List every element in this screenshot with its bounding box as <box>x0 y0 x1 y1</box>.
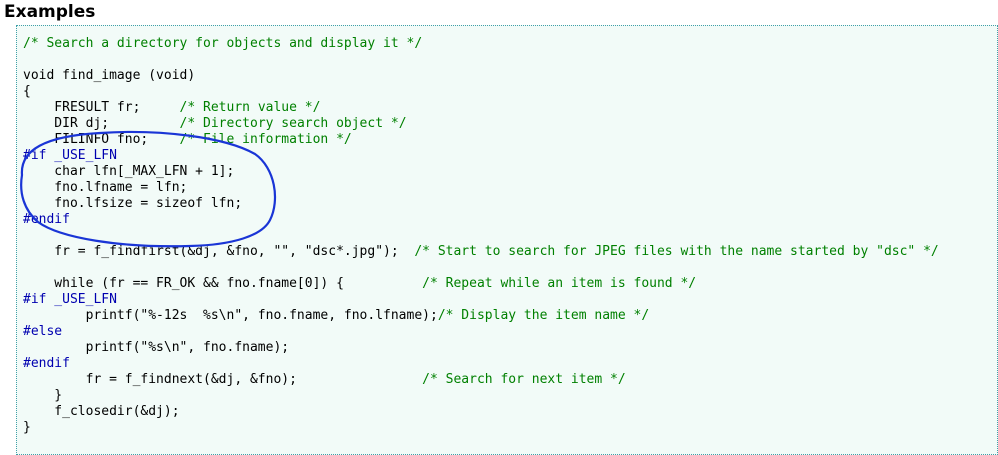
code-line: char lfn[_MAX_LFN + 1]; <box>23 164 939 180</box>
code-line: } <box>23 388 939 404</box>
code-listing: /* Search a directory for objects and di… <box>23 36 939 436</box>
code-comment: /* Search for next item */ <box>422 372 626 387</box>
code-text: } <box>23 388 63 403</box>
code-line: DIR dj; /* Directory search object */ <box>23 116 939 132</box>
code-text: while (fr == FR_OK && fno.fname[0]) { <box>23 276 423 291</box>
code-preprocessor: #endif <box>23 212 70 227</box>
code-text: void find_image (void) <box>23 68 196 83</box>
code-text: char lfn[_MAX_LFN + 1]; <box>23 164 235 179</box>
code-text: DIR dj; <box>23 116 180 131</box>
code-line: f_closedir(&dj); <box>23 404 939 420</box>
code-line: FILINFO fno; /* File information */ <box>23 132 939 148</box>
code-line: /* Search a directory for objects and di… <box>23 36 939 52</box>
code-comment: /* Display the item name */ <box>437 308 650 323</box>
code-line: void find_image (void) <box>23 68 939 84</box>
code-comment: /* Repeat while an item is found */ <box>422 276 697 291</box>
code-text: printf("%-12s %s\n", fno.fname, fno.lfna… <box>23 308 438 323</box>
code-comment: /* Start to search for JPEG files with t… <box>414 244 939 259</box>
code-text: f_closedir(&dj); <box>23 404 180 419</box>
code-text: fr = f_findfirst(&dj, &fno, "", "dsc*.jp… <box>23 244 415 259</box>
code-preprocessor: #endif <box>23 356 70 371</box>
code-line: #endif <box>23 356 939 372</box>
code-line: printf("%-12s %s\n", fno.fname, fno.lfna… <box>23 308 939 324</box>
code-example-block: /* Search a directory for objects and di… <box>16 25 998 455</box>
code-line: #else <box>23 324 939 340</box>
code-comment: /* Return value */ <box>179 100 321 115</box>
code-line: #if _USE_LFN <box>23 148 939 164</box>
code-line: while (fr == FR_OK && fno.fname[0]) { /*… <box>23 276 939 292</box>
code-text: fno.lfsize = sizeof lfn; <box>23 196 243 211</box>
code-text: } <box>23 420 31 435</box>
code-line: fno.lfname = lfn; <box>23 180 939 196</box>
code-comment: /* Directory search object */ <box>179 116 407 131</box>
code-line: fr = f_findnext(&dj, &fno); /* Search fo… <box>23 372 939 388</box>
code-line: #if _USE_LFN <box>23 292 939 308</box>
code-line: fno.lfsize = sizeof lfn; <box>23 196 939 212</box>
code-line: #endif <box>23 212 939 228</box>
code-line: fr = f_findfirst(&dj, &fno, "", "dsc*.jp… <box>23 244 939 260</box>
code-line: { <box>23 84 939 100</box>
code-text: fr = f_findnext(&dj, &fno); <box>23 372 423 387</box>
code-preprocessor: #if _USE_LFN <box>23 292 117 307</box>
code-text: FILINFO fno; <box>23 132 180 147</box>
page-heading: Examples <box>4 2 96 22</box>
code-text: FRESULT fr; <box>23 100 180 115</box>
code-preprocessor: #else <box>23 324 63 339</box>
code-text: fno.lfname = lfn; <box>23 180 188 195</box>
code-line: FRESULT fr; /* Return value */ <box>23 100 939 116</box>
code-comment: /* File information */ <box>179 132 352 147</box>
code-text: printf("%s\n", fno.fname); <box>23 340 290 355</box>
code-line: } <box>23 420 939 436</box>
code-text: { <box>23 84 31 99</box>
code-preprocessor: #if _USE_LFN <box>23 148 117 163</box>
code-comment: /* Search a directory for objects and di… <box>23 36 423 51</box>
code-line: printf("%s\n", fno.fname); <box>23 340 939 356</box>
